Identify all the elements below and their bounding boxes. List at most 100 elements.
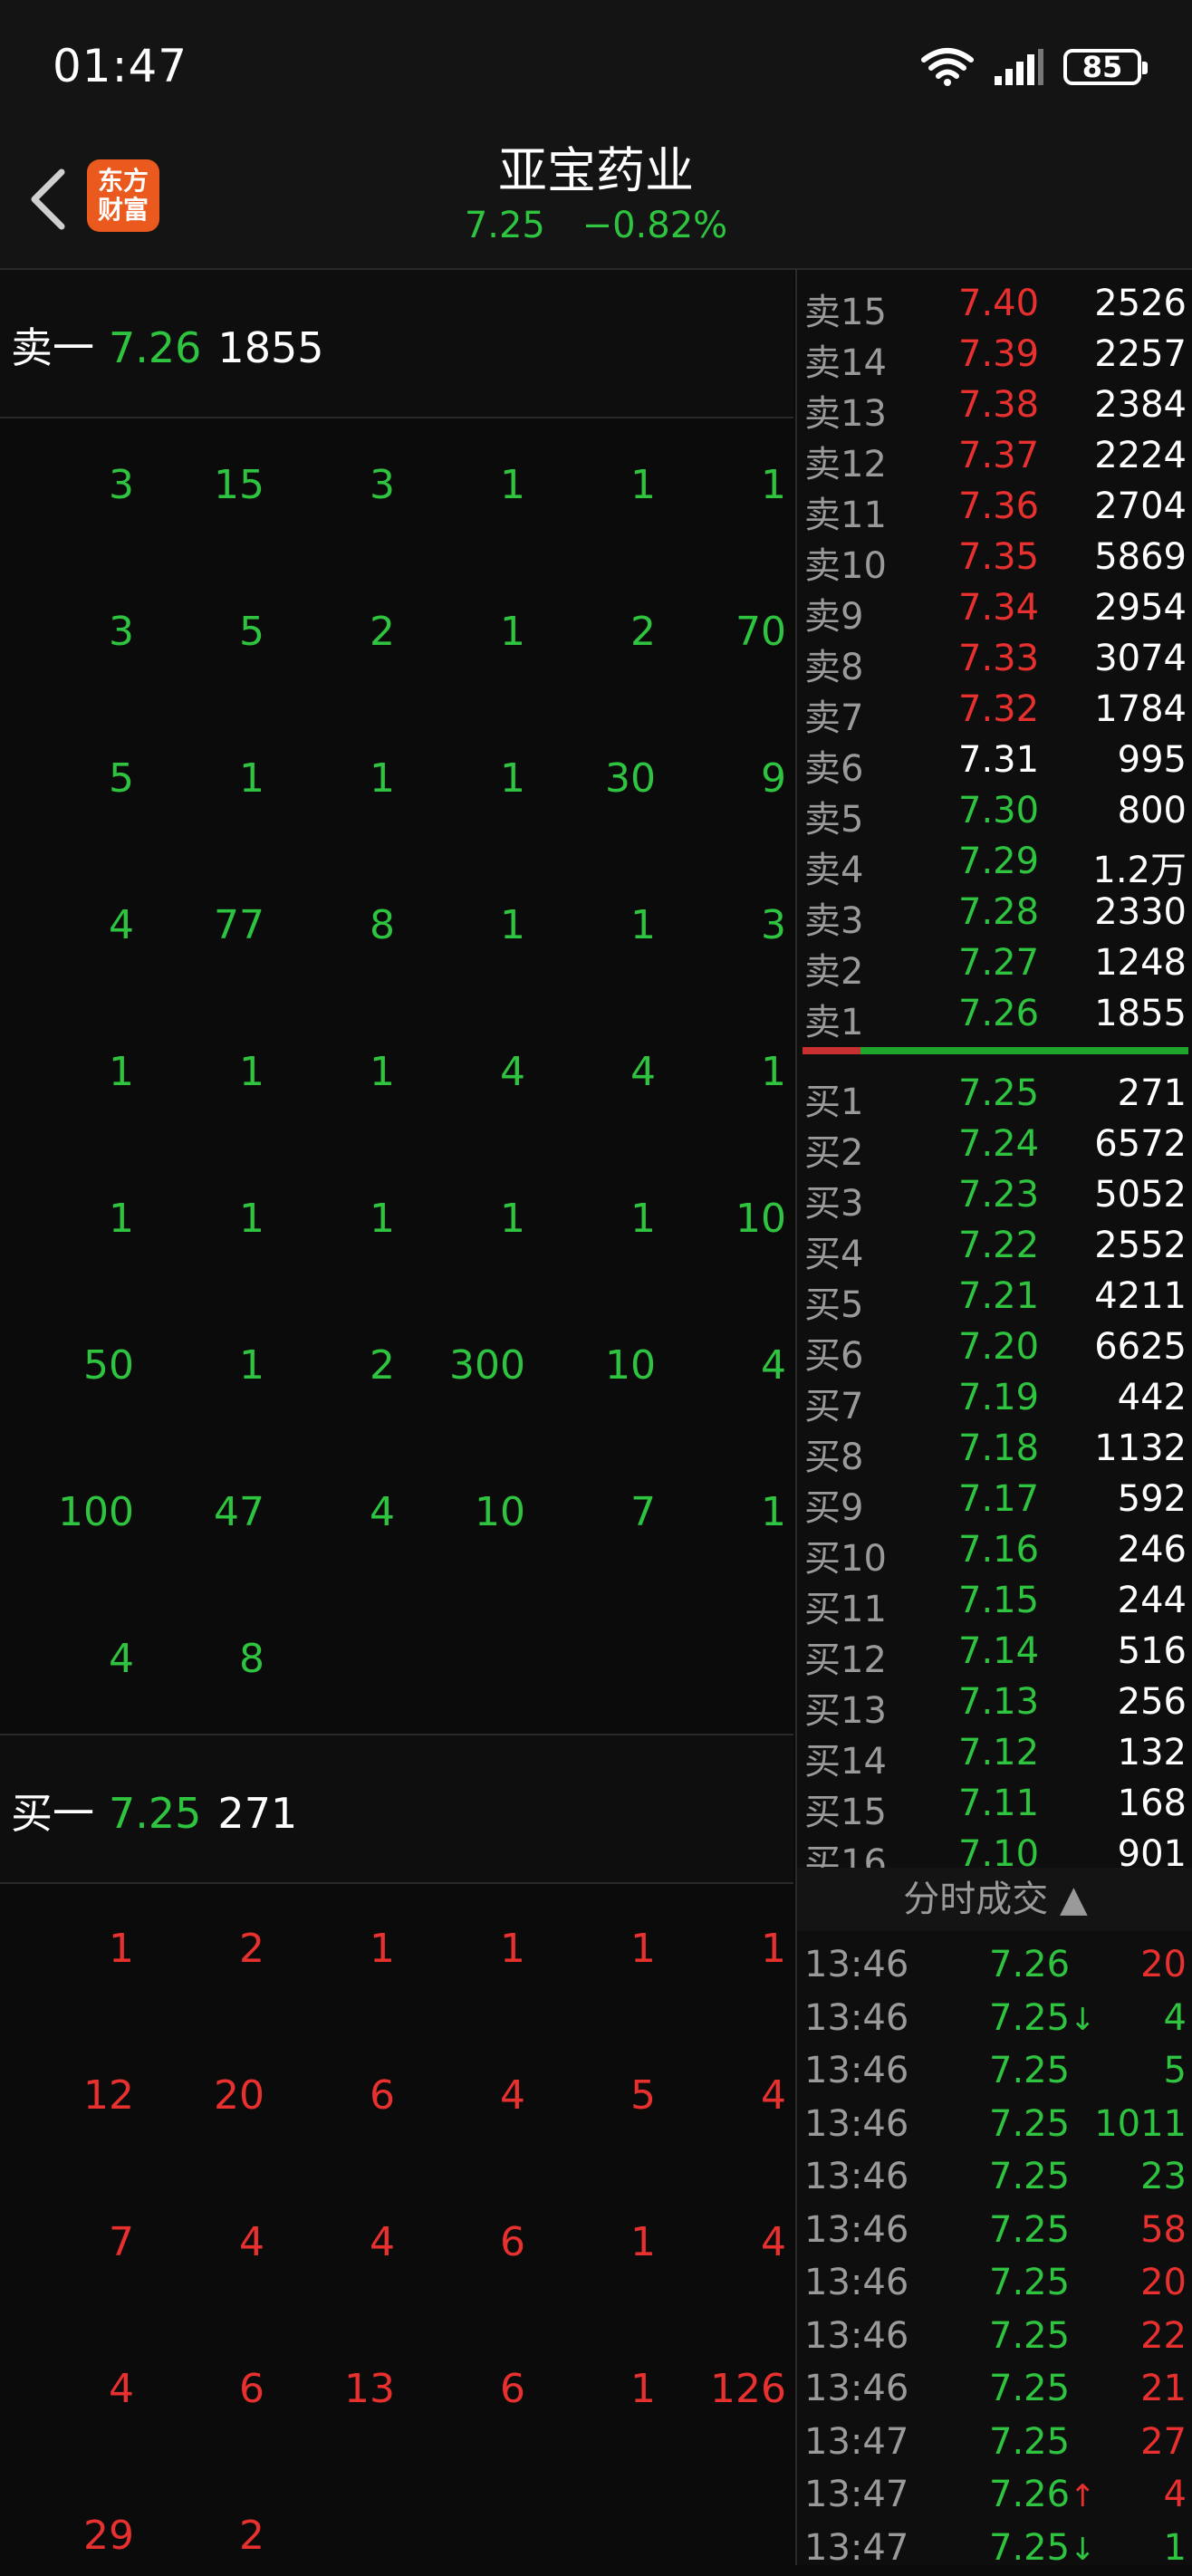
- trade-volume: 20: [1140, 2262, 1187, 2303]
- ask-volume: 5869: [1094, 536, 1187, 578]
- signal-icon: [995, 49, 1043, 85]
- bid-row[interactable]: 买4 7.22 2552: [797, 1221, 1192, 1275]
- stock-quote: 7.25 −0.82%: [0, 205, 1192, 246]
- trade-volume: 23: [1140, 2156, 1187, 2197]
- status-icons: 85: [920, 47, 1148, 87]
- trade-row: 13:46 7.25 1011: [797, 2100, 1192, 2152]
- trade-row: 13:46 7.25 22: [797, 2312, 1192, 2364]
- sell-order-cell: 1: [239, 1196, 264, 1242]
- ask-row[interactable]: 卖12 7.37 2224: [797, 431, 1192, 485]
- ask-price: 7.38: [958, 384, 1040, 426]
- sell-order-cell: 1: [630, 1196, 656, 1242]
- sell-order-cell: 1: [370, 755, 395, 802]
- sell-order-cell: 1: [370, 1196, 395, 1242]
- bid-row[interactable]: 买14 7.12 132: [797, 1728, 1192, 1783]
- ask-row[interactable]: 卖1 7.26 1855: [797, 989, 1192, 1043]
- ask-row[interactable]: 卖6 7.31 995: [797, 735, 1192, 790]
- sell-order-cell: 1: [239, 755, 264, 802]
- bid-level-label: 买5: [804, 1284, 864, 1326]
- sell-order-cell: 3: [761, 902, 786, 948]
- ask-row[interactable]: 卖7 7.32 1784: [797, 685, 1192, 739]
- trade-row: 13:46 7.25 58: [797, 2206, 1192, 2258]
- bid-volume: 132: [1117, 1732, 1187, 1773]
- trade-volume: 4: [1163, 1996, 1187, 2039]
- ask-row[interactable]: 卖13 7.38 2384: [797, 380, 1192, 435]
- ask-price: 7.40: [958, 283, 1040, 324]
- trade-volume: 1: [1163, 2526, 1187, 2569]
- bid-row[interactable]: 买9 7.17 592: [797, 1475, 1192, 1529]
- buy-order-cell: 4: [761, 2072, 786, 2119]
- ask-level-label: 卖13: [804, 393, 887, 435]
- bid-row[interactable]: 买10 7.16 246: [797, 1525, 1192, 1580]
- bid-price: 7.18: [958, 1427, 1040, 1469]
- trade-volume: 21: [1140, 2368, 1187, 2409]
- bid-volume: 4211: [1094, 1275, 1187, 1317]
- sell-order-cell: 2: [630, 609, 656, 655]
- ask-volume: 2224: [1094, 435, 1187, 476]
- sell-order-cell: 1: [109, 1196, 134, 1242]
- bid-price: 7.16: [958, 1529, 1040, 1571]
- ask-row[interactable]: 卖9 7.34 2954: [797, 583, 1192, 638]
- ask-level-label: 卖14: [804, 342, 887, 384]
- buy-order-cell: 6: [239, 2366, 264, 2412]
- buy-order-cell: 13: [344, 2366, 395, 2412]
- sell-order-cell: 1: [761, 1049, 786, 1095]
- trade-volume: 58: [1140, 2208, 1187, 2251]
- bid-level-label: 买1: [804, 1081, 864, 1123]
- ask-price: 7.33: [958, 638, 1040, 679]
- ask-row[interactable]: 卖2 7.27 1248: [797, 938, 1192, 993]
- bid-price: 7.19: [958, 1377, 1040, 1418]
- ask-level-label: 卖3: [804, 900, 864, 942]
- ask-row[interactable]: 卖10 7.35 5869: [797, 533, 1192, 587]
- trade-row: 13:46 7.25 21: [797, 2364, 1192, 2417]
- sell-order-cell: 5: [239, 609, 264, 655]
- bid-row[interactable]: 买6 7.20 6625: [797, 1322, 1192, 1377]
- bid-row[interactable]: 买1 7.25 271: [797, 1069, 1192, 1123]
- trade-time: 13:46: [804, 2050, 909, 2091]
- ask-row[interactable]: 卖8 7.33 3074: [797, 634, 1192, 688]
- bid-row[interactable]: 买12 7.14 516: [797, 1627, 1192, 1681]
- trade-time: 13:46: [804, 2102, 909, 2145]
- ask-row[interactable]: 卖11 7.36 2704: [797, 482, 1192, 536]
- sell-order-cell: 70: [735, 609, 786, 655]
- ask-level-label: 卖15: [804, 292, 887, 333]
- bid-volume: 442: [1117, 1377, 1187, 1418]
- trade-time: 13:46: [804, 1996, 909, 2039]
- buy-order-cell: 7: [109, 2219, 134, 2265]
- bid-row[interactable]: 买15 7.11 168: [797, 1779, 1192, 1833]
- ask-volume: 2704: [1094, 485, 1187, 527]
- sell-order-cell: 15: [214, 462, 264, 508]
- trade-row: 13:46 7.25 23: [797, 2152, 1192, 2205]
- stock-change-pct: −0.82%: [582, 205, 728, 246]
- trades-title-button[interactable]: 分时成交 ▲: [797, 1868, 1192, 1931]
- ask-row[interactable]: 卖4 7.29 1.2万: [797, 837, 1192, 891]
- trade-time: 13:46: [804, 2368, 909, 2409]
- bid-row[interactable]: 买11 7.15 244: [797, 1576, 1192, 1630]
- sell-order-cell: 3: [109, 462, 134, 508]
- bid-volume: 1132: [1094, 1427, 1187, 1469]
- ask-row[interactable]: 卖3 7.28 2330: [797, 888, 1192, 942]
- ask-row[interactable]: 卖15 7.40 2526: [797, 279, 1192, 333]
- buy-order-cell: 6: [500, 2219, 525, 2265]
- bid-row[interactable]: 买2 7.24 6572: [797, 1120, 1192, 1174]
- sell-order-cell: 8: [239, 1636, 264, 1682]
- arrow-up-icon: ↑: [1070, 2478, 1096, 2514]
- bid-row[interactable]: 买13 7.13 256: [797, 1677, 1192, 1732]
- bid-level-label: 买10: [804, 1538, 887, 1580]
- bid-row[interactable]: 买8 7.18 1132: [797, 1424, 1192, 1478]
- bid-row[interactable]: 买3 7.23 5052: [797, 1170, 1192, 1225]
- ask-price: 7.39: [958, 333, 1040, 375]
- ask-row[interactable]: 卖14 7.39 2257: [797, 330, 1192, 384]
- sell-order-cell: 8: [370, 902, 395, 948]
- sell-order-cell: 1: [630, 902, 656, 948]
- ask-level-label: 卖4: [804, 850, 864, 891]
- bid-row[interactable]: 买7 7.19 442: [797, 1373, 1192, 1427]
- bid-price: 7.17: [958, 1478, 1040, 1520]
- bid-level-label: 买6: [804, 1335, 864, 1377]
- trade-price: 7.25: [989, 2156, 1071, 2197]
- bid-row[interactable]: 买5 7.21 4211: [797, 1272, 1192, 1326]
- sell-order-cell: 77: [214, 902, 264, 948]
- ask-row[interactable]: 卖5 7.30 800: [797, 786, 1192, 841]
- sell-order-cell: 1: [630, 462, 656, 508]
- buy-order-cell: 1: [630, 2366, 656, 2412]
